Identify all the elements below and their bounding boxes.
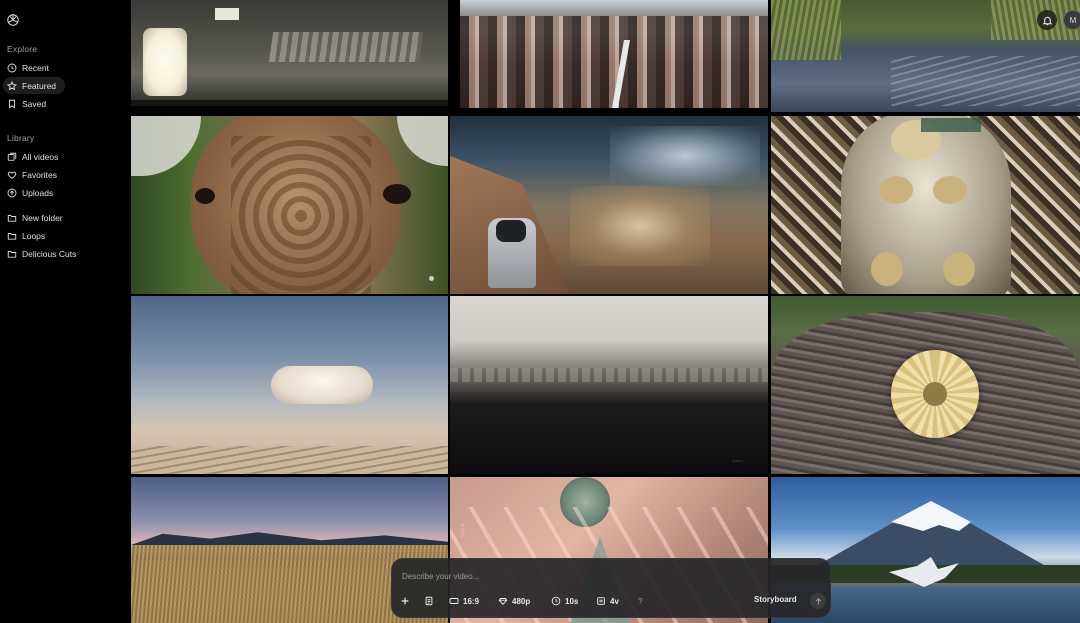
duration-label: 10s bbox=[565, 596, 579, 606]
variations-button[interactable]: 4v bbox=[596, 593, 619, 609]
duration-button[interactable]: 10s bbox=[551, 593, 578, 609]
prompt-input[interactable] bbox=[402, 569, 802, 583]
document-icon bbox=[425, 596, 433, 606]
variations-icon bbox=[597, 597, 605, 605]
video-thumbnail-crowded-street[interactable] bbox=[460, 0, 768, 108]
sidebar-item-label: Delicious Cuts bbox=[22, 248, 77, 259]
arrow-up-icon bbox=[815, 597, 821, 604]
submit-button[interactable] bbox=[810, 593, 826, 609]
video-thumbnail-ornate-statue[interactable] bbox=[771, 116, 1080, 294]
avatar[interactable]: M bbox=[1063, 10, 1080, 30]
sidebar-item-label: All videos bbox=[22, 151, 59, 162]
storyboard-button[interactable]: Storyboard bbox=[754, 595, 797, 604]
section-label-explore: Explore bbox=[7, 44, 38, 54]
sidebar-item-label: New folder bbox=[22, 212, 63, 223]
sidebar-item-label: Featured bbox=[22, 80, 57, 91]
resolution-label: 480p bbox=[512, 596, 531, 606]
bookmark-icon bbox=[9, 99, 15, 109]
preset-button[interactable] bbox=[424, 593, 434, 609]
video-thumbnail-neon-sign[interactable] bbox=[131, 0, 448, 106]
video-thumbnail-desert-cloud[interactable] bbox=[131, 296, 448, 474]
sidebar-item-recent[interactable]: Recent bbox=[3, 59, 65, 76]
sidebar-item-all-videos[interactable]: All videos bbox=[3, 148, 103, 165]
sidebar-item-label: Favorites bbox=[22, 169, 57, 180]
star-icon bbox=[7, 80, 17, 90]
thumbnail-watermark: sora bbox=[459, 523, 467, 538]
resolution-button[interactable]: 480p bbox=[498, 593, 530, 609]
add-media-button[interactable] bbox=[400, 593, 410, 609]
video-thumbnail-astronaut[interactable] bbox=[450, 116, 768, 294]
video-thumbnail-lake-ripples[interactable] bbox=[771, 0, 1080, 112]
section-label-library: Library bbox=[7, 133, 35, 143]
sidebar-item-label: Saved bbox=[22, 98, 47, 109]
help-label: ? bbox=[638, 596, 643, 606]
app-logo-icon[interactable] bbox=[6, 13, 20, 27]
diamond-icon bbox=[498, 598, 508, 606]
clock-icon bbox=[7, 63, 17, 72]
video-thumbnail-elephant-shell[interactable] bbox=[771, 296, 1080, 474]
folder-icon bbox=[7, 214, 17, 222]
video-thumbnail-giraffe[interactable] bbox=[131, 116, 448, 294]
variations-label: 4v bbox=[610, 596, 619, 606]
help-button[interactable]: ? bbox=[638, 593, 642, 609]
folder-icon bbox=[7, 232, 17, 240]
sidebar-item-loops[interactable]: Loops bbox=[3, 227, 103, 244]
sidebar-item-label: Loops bbox=[22, 230, 46, 241]
upload-icon bbox=[7, 188, 17, 197]
heart-icon bbox=[7, 171, 17, 179]
video-thumbnail-sea-horizon[interactable]: ~~~ bbox=[450, 296, 768, 474]
aspect-ratio-label: 16:9 bbox=[463, 596, 480, 606]
videos-icon bbox=[7, 152, 17, 161]
notifications-button[interactable] bbox=[1037, 10, 1057, 30]
sidebar-item-new-folder[interactable]: New folder bbox=[3, 209, 103, 226]
aspect-ratio-button[interactable]: 16:9 bbox=[449, 593, 479, 609]
sidebar-item-saved[interactable]: Saved bbox=[3, 95, 65, 112]
aspect-ratio-icon bbox=[449, 598, 459, 604]
sidebar-item-label: Uploads bbox=[22, 187, 54, 198]
plus-icon bbox=[401, 597, 409, 605]
sidebar: Explore Recent Featured Saved Library Al… bbox=[0, 0, 128, 623]
sidebar-item-label: Recent bbox=[22, 62, 49, 73]
folder-icon bbox=[7, 250, 17, 258]
sidebar-item-uploads[interactable]: Uploads bbox=[3, 184, 103, 201]
video-grid: ~~~ sora M bbox=[131, 0, 1080, 623]
clock-icon bbox=[551, 596, 561, 606]
sidebar-item-featured[interactable]: Featured bbox=[3, 77, 65, 94]
thumbnail-watermark: ~~~ bbox=[732, 458, 743, 465]
prompt-composer: 16:9 480p 10s 4v ? Storyboard bbox=[391, 558, 831, 618]
bell-icon bbox=[1042, 16, 1052, 25]
sidebar-item-delicious-cuts[interactable]: Delicious Cuts bbox=[3, 245, 103, 262]
sidebar-item-favorites[interactable]: Favorites bbox=[3, 166, 103, 183]
